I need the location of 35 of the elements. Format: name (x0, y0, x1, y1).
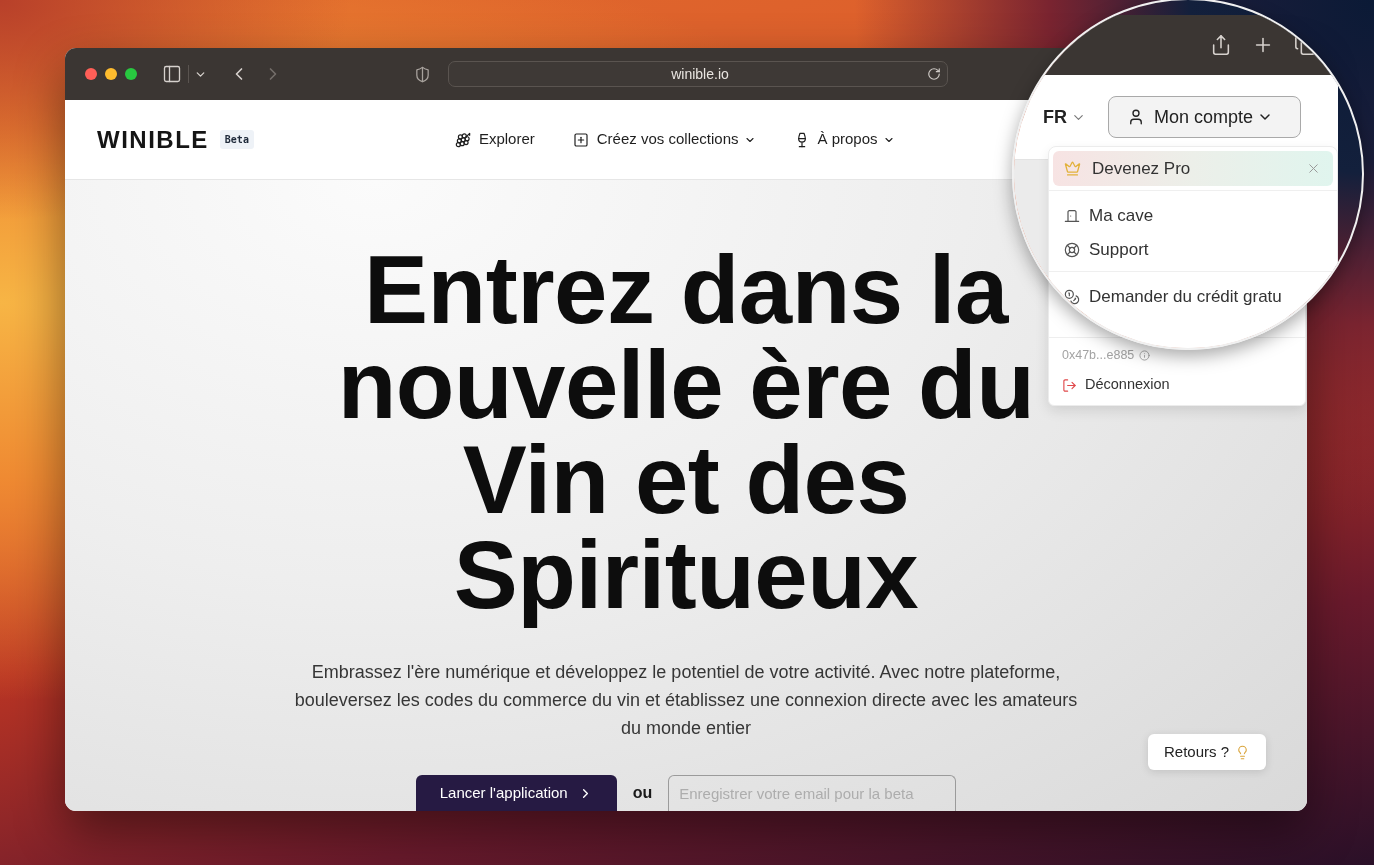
menu-item[interactable]: Support (1049, 233, 1337, 267)
nav-link[interactable]: Explorer (454, 128, 535, 151)
user-icon (1127, 108, 1145, 126)
address-bar[interactable]: winible.io (448, 61, 948, 87)
or-text: ou (632, 783, 653, 803)
account-button[interactable]: Mon compte (1108, 96, 1301, 138)
beta-badge: Beta (219, 130, 254, 149)
menu-item[interactable]: Demander du crédit gratu (1049, 280, 1337, 314)
reload-icon[interactable] (927, 67, 941, 81)
window-zoom-icon[interactable] (125, 68, 137, 80)
site-logo[interactable]: WINIBLE (97, 125, 209, 154)
hero-description: Embrassez l'ère numérique et développez le potentiel de votre activité. Avec notre plateforme, bouleversez les codes du commerce du vin et établissez une connexion directe avec les amateurs du monde entier (293, 661, 1079, 740)
lifebuoy-icon (1064, 242, 1080, 258)
share-icon[interactable] (1210, 34, 1232, 56)
window-minimize-icon[interactable] (105, 68, 117, 80)
wallet-address: 0x47b...e885 (1062, 346, 1135, 364)
window-close-icon[interactable] (85, 68, 97, 80)
sidebar-icon[interactable] (162, 64, 182, 84)
logout-menu-item[interactable]: Déconnexion (1062, 376, 1170, 394)
upgrade-pro-banner[interactable]: Devenez Pro (1053, 151, 1333, 186)
nav-link[interactable]: À propos (793, 128, 895, 151)
lightbulb-icon (1235, 744, 1250, 760)
menu-item[interactable]: Ma cave (1049, 199, 1337, 233)
plus-square-icon (572, 131, 589, 148)
nav-link[interactable]: Créez vos collections (572, 128, 756, 151)
hero-heading: Entrez dans la nouvelle ère du Vin et des Spiritueux (336, 235, 1036, 630)
feedback-button[interactable]: Retours ? (1148, 734, 1266, 770)
coins-icon (1064, 289, 1080, 305)
language-selector[interactable]: FR (1043, 103, 1086, 131)
grapes-icon (454, 131, 471, 148)
crown-icon (1064, 160, 1081, 177)
door-icon (1064, 208, 1080, 224)
shield-icon[interactable] (414, 65, 431, 83)
launch-app-button[interactable]: Lancer l'application (415, 775, 617, 811)
logout-icon (1062, 377, 1077, 393)
